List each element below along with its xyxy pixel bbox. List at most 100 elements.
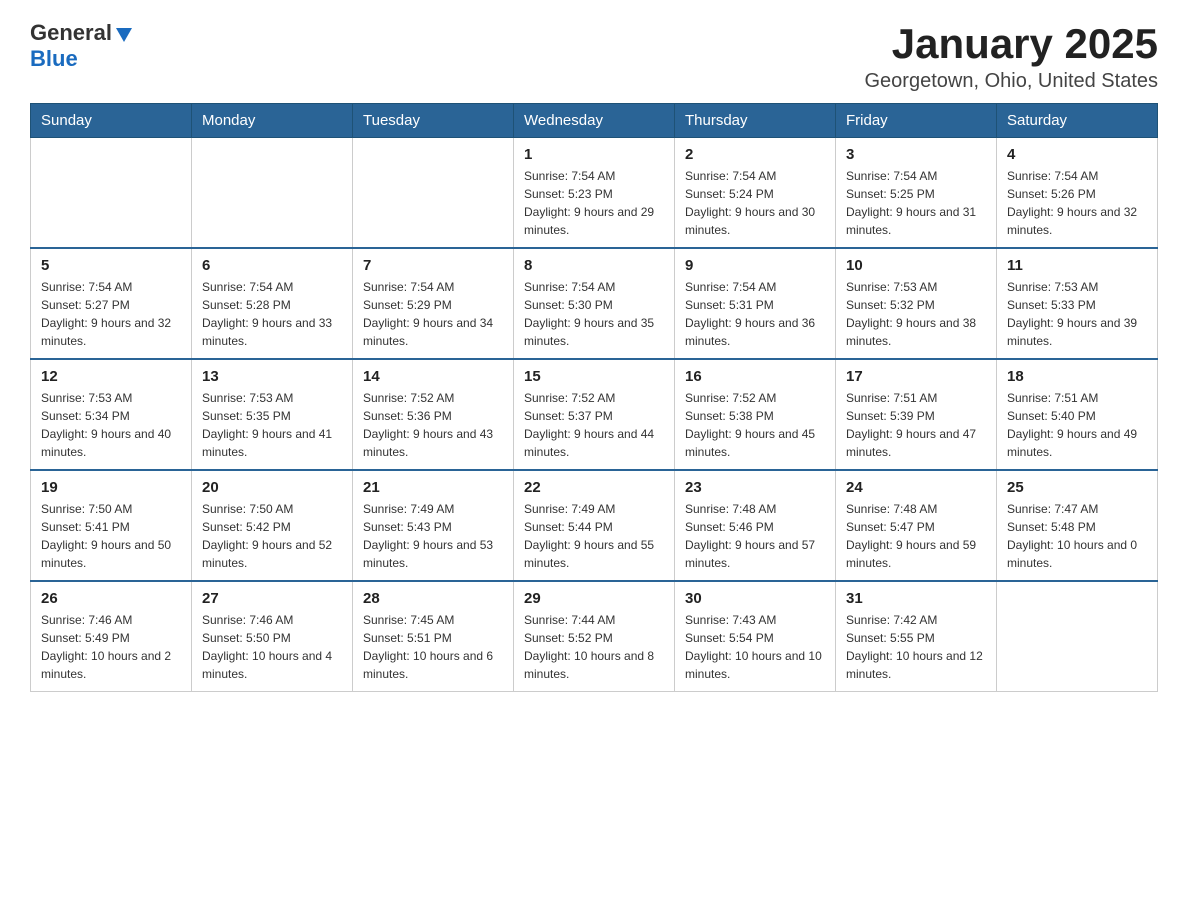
- day-number: 17: [846, 368, 986, 385]
- calendar-day-cell: 23 Sunrise: 7:48 AMSunset: 5:46 PMDayligh…: [675, 470, 836, 581]
- calendar-day-cell: 5Sunrise: 7:54 AMSunset: 5:27 PMDaylight…: [31, 248, 192, 359]
- calendar-week-row: 26 Sunrise: 7:46 AMSunset: 5:49 PMDayligh…: [31, 581, 1158, 692]
- calendar-day-cell: 24 Sunrise: 7:48 AMSunset: 5:47 PMDayligh…: [836, 470, 997, 581]
- day-info: Sunrise: 7:54 AMSunset: 5:30 PMDaylight:…: [524, 278, 664, 350]
- day-info: Sunrise: 7:50 AMSunset: 5:41 PMDaylight:…: [41, 500, 181, 572]
- day-number: 18: [1007, 368, 1147, 385]
- day-info: Sunrise: 7:48 AMSunset: 5:47 PMDaylight:…: [846, 500, 986, 572]
- day-info: Sunrise: 7:42 AMSunset: 5:55 PMDaylight:…: [846, 611, 986, 683]
- calendar-day-cell: 30 Sunrise: 7:43 AMSunset: 5:54 PMDayligh…: [675, 581, 836, 692]
- calendar-day-cell: 2 Sunrise: 7:54 AMSunset: 5:24 PMDaylight…: [675, 138, 836, 249]
- calendar-day-cell: 7Sunrise: 7:54 AMSunset: 5:29 PMDaylight…: [353, 248, 514, 359]
- calendar-day-cell: 21 Sunrise: 7:49 AMSunset: 5:43 PMDayligh…: [353, 470, 514, 581]
- calendar-day-cell: 12 Sunrise: 7:53 AMSunset: 5:34 PMDayligh…: [31, 359, 192, 470]
- calendar-day-cell: 6 Sunrise: 7:54 AMSunset: 5:28 PMDaylight…: [192, 248, 353, 359]
- calendar-week-row: 5Sunrise: 7:54 AMSunset: 5:27 PMDaylight…: [31, 248, 1158, 359]
- logo-general-text: General: [30, 20, 112, 46]
- calendar-day-cell: 17Sunrise: 7:51 AMSunset: 5:39 PMDayligh…: [836, 359, 997, 470]
- calendar-day-cell: 11Sunrise: 7:53 AMSunset: 5:33 PMDayligh…: [997, 248, 1158, 359]
- calendar-day-cell: 22 Sunrise: 7:49 AMSunset: 5:44 PMDayligh…: [514, 470, 675, 581]
- calendar-day-cell: 4Sunrise: 7:54 AMSunset: 5:26 PMDaylight…: [997, 138, 1158, 249]
- day-info: Sunrise: 7:49 AMSunset: 5:43 PMDaylight:…: [363, 500, 503, 572]
- day-info: Sunrise: 7:51 AMSunset: 5:40 PMDaylight:…: [1007, 389, 1147, 461]
- logo-triangle-icon: [114, 24, 134, 44]
- day-number: 30: [685, 590, 825, 607]
- calendar-day-cell: 31 Sunrise: 7:42 AMSunset: 5:55 PMDayligh…: [836, 581, 997, 692]
- day-number: 19: [41, 479, 181, 496]
- day-number: 21: [363, 479, 503, 496]
- day-number: 27: [202, 590, 342, 607]
- calendar-day-cell: 8 Sunrise: 7:54 AMSunset: 5:30 PMDaylight…: [514, 248, 675, 359]
- day-info: Sunrise: 7:54 AMSunset: 5:23 PMDaylight:…: [524, 167, 664, 239]
- day-info: Sunrise: 7:52 AMSunset: 5:37 PMDaylight:…: [524, 389, 664, 461]
- day-info: Sunrise: 7:52 AMSunset: 5:36 PMDaylight:…: [363, 389, 503, 461]
- day-info: Sunrise: 7:44 AMSunset: 5:52 PMDaylight:…: [524, 611, 664, 683]
- calendar-day-cell: 28Sunrise: 7:45 AMSunset: 5:51 PMDayligh…: [353, 581, 514, 692]
- day-info: Sunrise: 7:48 AMSunset: 5:46 PMDaylight:…: [685, 500, 825, 572]
- day-number: 3: [846, 146, 986, 163]
- day-number: 13: [202, 368, 342, 385]
- calendar-day-cell: [997, 581, 1158, 692]
- day-number: 1: [524, 146, 664, 163]
- title-section: January 2025 Georgetown, Ohio, United St…: [865, 20, 1159, 93]
- day-info: Sunrise: 7:46 AMSunset: 5:49 PMDaylight:…: [41, 611, 181, 683]
- logo: General Blue: [30, 20, 134, 72]
- day-info: Sunrise: 7:53 AMSunset: 5:34 PMDaylight:…: [41, 389, 181, 461]
- calendar-day-cell: 9Sunrise: 7:54 AMSunset: 5:31 PMDaylight…: [675, 248, 836, 359]
- day-number: 15: [524, 368, 664, 385]
- day-number: 24: [846, 479, 986, 496]
- day-info: Sunrise: 7:45 AMSunset: 5:51 PMDaylight:…: [363, 611, 503, 683]
- calendar-day-cell: 25 Sunrise: 7:47 AMSunset: 5:48 PMDayligh…: [997, 470, 1158, 581]
- day-info: Sunrise: 7:54 AMSunset: 5:29 PMDaylight:…: [363, 278, 503, 350]
- weekday-header-sunday: Sunday: [31, 104, 192, 138]
- day-number: 20: [202, 479, 342, 496]
- calendar-week-row: 19 Sunrise: 7:50 AMSunset: 5:41 PMDayligh…: [31, 470, 1158, 581]
- day-number: 25: [1007, 479, 1147, 496]
- calendar-day-cell: 29 Sunrise: 7:44 AMSunset: 5:52 PMDayligh…: [514, 581, 675, 692]
- weekday-header-friday: Friday: [836, 104, 997, 138]
- day-info: Sunrise: 7:53 AMSunset: 5:35 PMDaylight:…: [202, 389, 342, 461]
- calendar-table: SundayMondayTuesdayWednesdayThursdayFrid…: [30, 103, 1158, 692]
- calendar-day-cell: 10Sunrise: 7:53 AMSunset: 5:32 PMDayligh…: [836, 248, 997, 359]
- calendar-day-cell: [353, 138, 514, 249]
- day-number: 8: [524, 257, 664, 274]
- day-number: 22: [524, 479, 664, 496]
- calendar-day-cell: 16Sunrise: 7:52 AMSunset: 5:38 PMDayligh…: [675, 359, 836, 470]
- calendar-day-cell: 14 Sunrise: 7:52 AMSunset: 5:36 PMDayligh…: [353, 359, 514, 470]
- day-info: Sunrise: 7:54 AMSunset: 5:27 PMDaylight:…: [41, 278, 181, 350]
- day-number: 4: [1007, 146, 1147, 163]
- day-number: 11: [1007, 257, 1147, 274]
- calendar-day-cell: 19 Sunrise: 7:50 AMSunset: 5:41 PMDayligh…: [31, 470, 192, 581]
- day-info: Sunrise: 7:49 AMSunset: 5:44 PMDaylight:…: [524, 500, 664, 572]
- day-number: 6: [202, 257, 342, 274]
- day-info: Sunrise: 7:52 AMSunset: 5:38 PMDaylight:…: [685, 389, 825, 461]
- day-info: Sunrise: 7:50 AMSunset: 5:42 PMDaylight:…: [202, 500, 342, 572]
- day-number: 10: [846, 257, 986, 274]
- weekday-header-row: SundayMondayTuesdayWednesdayThursdayFrid…: [31, 104, 1158, 138]
- day-info: Sunrise: 7:47 AMSunset: 5:48 PMDaylight:…: [1007, 500, 1147, 572]
- calendar-day-cell: 27 Sunrise: 7:46 AMSunset: 5:50 PMDayligh…: [192, 581, 353, 692]
- calendar-day-cell: 20 Sunrise: 7:50 AMSunset: 5:42 PMDayligh…: [192, 470, 353, 581]
- weekday-header-thursday: Thursday: [675, 104, 836, 138]
- weekday-header-saturday: Saturday: [997, 104, 1158, 138]
- day-number: 2: [685, 146, 825, 163]
- day-number: 29: [524, 590, 664, 607]
- day-info: Sunrise: 7:54 AMSunset: 5:28 PMDaylight:…: [202, 278, 342, 350]
- calendar-day-cell: 18 Sunrise: 7:51 AMSunset: 5:40 PMDayligh…: [997, 359, 1158, 470]
- day-number: 26: [41, 590, 181, 607]
- day-number: 23: [685, 479, 825, 496]
- calendar-day-cell: 1 Sunrise: 7:54 AMSunset: 5:23 PMDaylight…: [514, 138, 675, 249]
- day-number: 31: [846, 590, 986, 607]
- day-info: Sunrise: 7:54 AMSunset: 5:24 PMDaylight:…: [685, 167, 825, 239]
- day-info: Sunrise: 7:43 AMSunset: 5:54 PMDaylight:…: [685, 611, 825, 683]
- calendar-day-cell: [31, 138, 192, 249]
- calendar-week-row: 12 Sunrise: 7:53 AMSunset: 5:34 PMDayligh…: [31, 359, 1158, 470]
- day-info: Sunrise: 7:46 AMSunset: 5:50 PMDaylight:…: [202, 611, 342, 683]
- logo-blue-text: Blue: [30, 46, 134, 72]
- calendar-day-cell: 13 Sunrise: 7:53 AMSunset: 5:35 PMDayligh…: [192, 359, 353, 470]
- day-number: 12: [41, 368, 181, 385]
- day-number: 14: [363, 368, 503, 385]
- weekday-header-wednesday: Wednesday: [514, 104, 675, 138]
- month-title: January 2025: [865, 20, 1159, 68]
- day-info: Sunrise: 7:54 AMSunset: 5:31 PMDaylight:…: [685, 278, 825, 350]
